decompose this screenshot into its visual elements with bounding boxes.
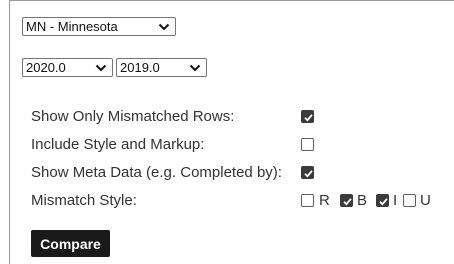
- chevron-down-icon: [189, 64, 201, 71]
- mismatch-style-i-checkbox[interactable]: [376, 194, 389, 207]
- checkmark-icon: [304, 114, 313, 122]
- year-select-a[interactable]: 2020.0: [22, 58, 113, 77]
- mismatch-style-label: Mismatch Style:: [31, 192, 137, 209]
- checkmark-icon: [379, 198, 388, 206]
- year-select-b[interactable]: 2019.0: [116, 58, 207, 77]
- checkmark-icon: [343, 198, 352, 206]
- mismatch-style-b-checkbox[interactable]: [340, 194, 353, 207]
- show-mismatched-label: Show Only Mismatched Rows:: [31, 108, 235, 125]
- checkmark-icon: [304, 170, 313, 178]
- mismatch-style-b-label: B: [357, 192, 368, 209]
- show-meta-checkbox[interactable]: [301, 166, 314, 179]
- comparison-form-panel: MN - Minnesota 2020.0 2019.0 Show Only M…: [9, 0, 454, 264]
- mismatch-style-r-label: R: [319, 192, 330, 209]
- compare-button[interactable]: Compare: [31, 230, 110, 257]
- mismatch-style-r-checkbox[interactable]: [301, 194, 314, 207]
- include-style-checkbox[interactable]: [301, 138, 314, 151]
- mismatch-style-i-label: I: [393, 192, 398, 209]
- state-select[interactable]: MN - Minnesota: [22, 17, 176, 36]
- year-select-a-value: 2020.0: [26, 60, 66, 75]
- chevron-down-icon: [95, 64, 107, 71]
- year-select-b-value: 2019.0: [120, 60, 160, 75]
- chevron-down-icon: [158, 23, 170, 30]
- show-mismatched-checkbox[interactable]: [301, 110, 314, 123]
- include-style-label: Include Style and Markup:: [31, 136, 205, 153]
- state-select-value: MN - Minnesota: [26, 19, 118, 34]
- mismatch-style-u-label: U: [420, 192, 431, 209]
- show-meta-label: Show Meta Data (e.g. Completed by):: [31, 164, 282, 181]
- mismatch-style-u-checkbox[interactable]: [403, 194, 416, 207]
